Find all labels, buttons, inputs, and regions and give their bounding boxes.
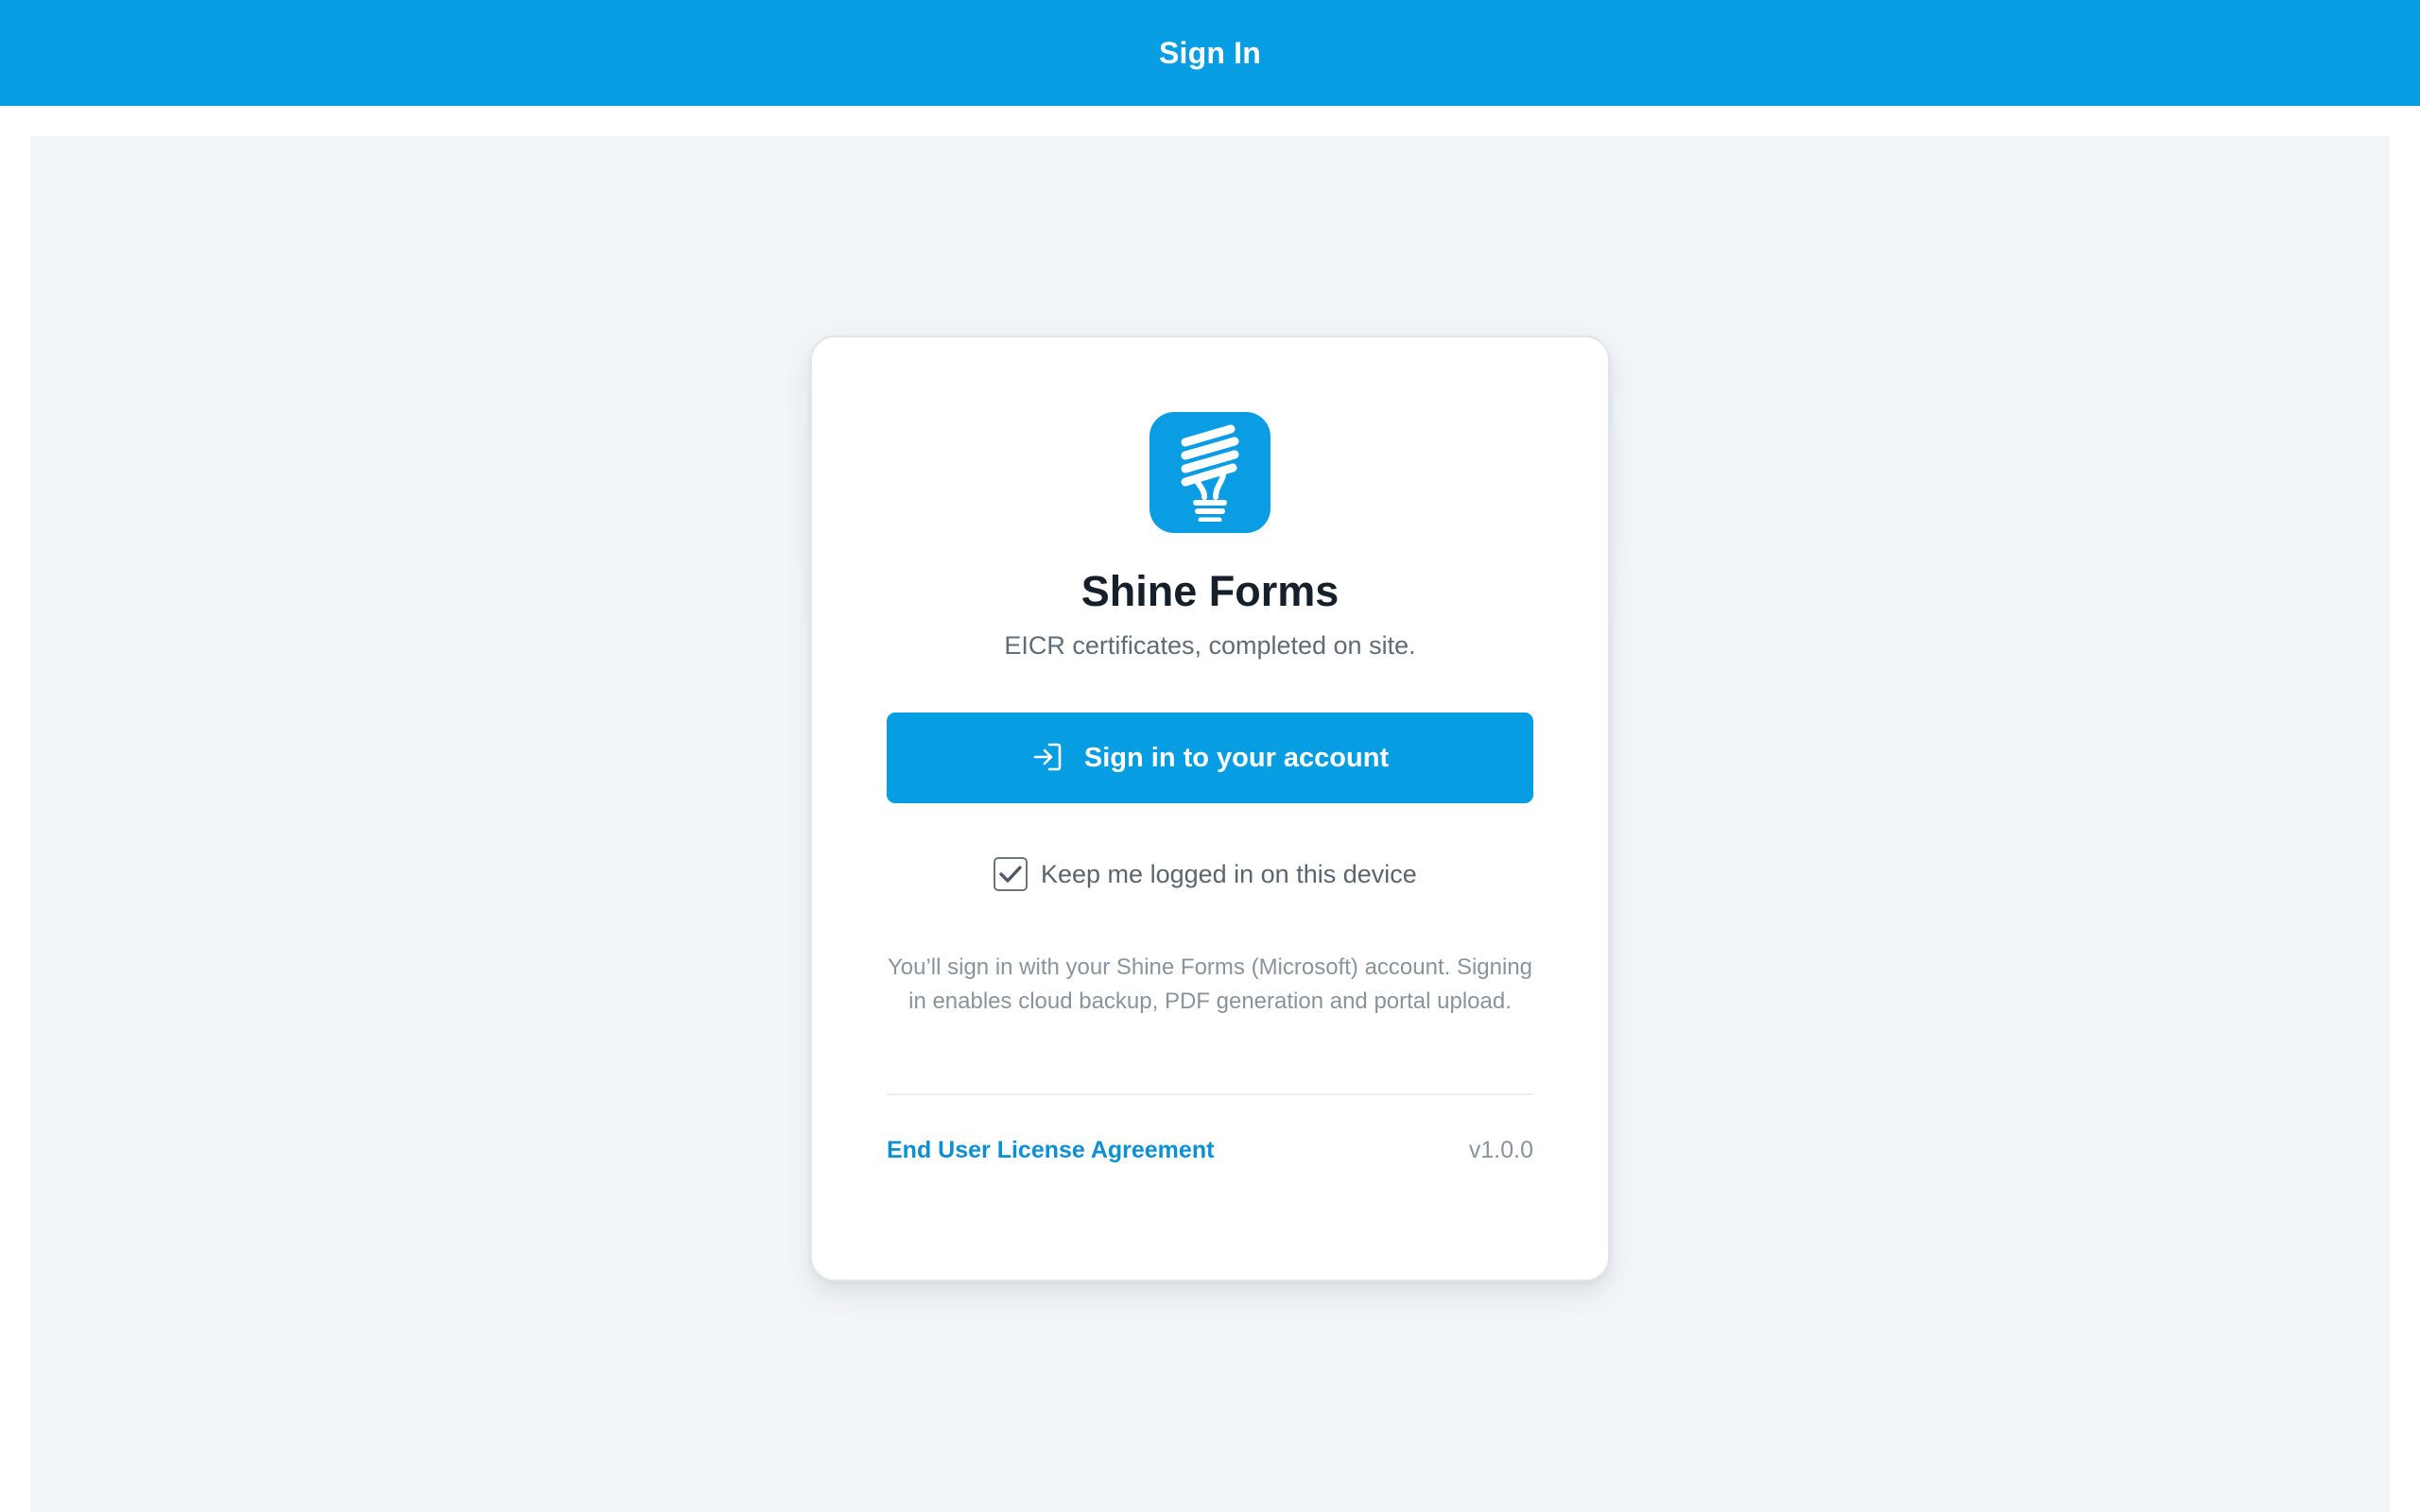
checkmark-icon: [999, 866, 1022, 883]
sign-in-button[interactable]: Sign in to your account: [887, 713, 1533, 803]
app-version: v1.0.0: [1468, 1137, 1533, 1163]
keep-logged-in-label: Keep me logged in on this device: [1041, 859, 1417, 888]
keep-logged-in-checkbox[interactable]: [994, 857, 1028, 891]
lightbulb-icon: [1150, 412, 1270, 533]
sign-in-info-text: You’ll sign in with your Shine Forms (Mi…: [887, 954, 1533, 1014]
app-tagline: EICR certificates, completed on site.: [1004, 631, 1416, 660]
divider: [887, 1093, 1533, 1095]
app-name: Shine Forms: [1080, 567, 1340, 615]
keep-logged-in-option[interactable]: Keep me logged in on this device: [994, 856, 1417, 892]
top-bar: Sign In: [0, 0, 2420, 106]
sign-in-button-label: Sign in to your account: [1083, 742, 1390, 773]
sign-in-icon: [1031, 741, 1063, 776]
eula-link[interactable]: End User License Agreement: [887, 1137, 1214, 1164]
page-title: Sign In: [1158, 35, 1262, 70]
